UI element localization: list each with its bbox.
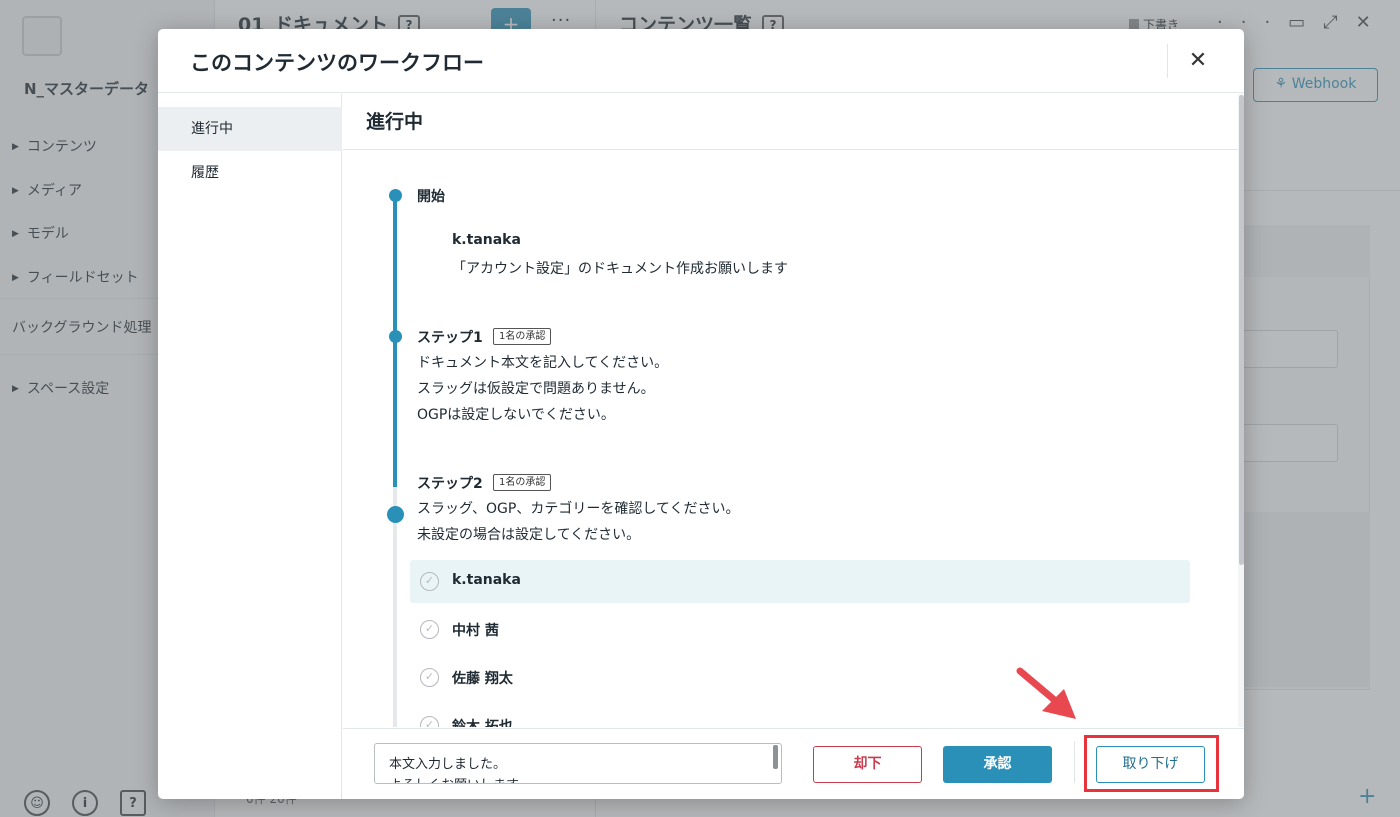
annotation-highlight-box: [1084, 735, 1219, 792]
scrollbar-thumb[interactable]: [1239, 95, 1244, 565]
timeline-dot: [389, 330, 402, 343]
check-circle-icon: ✓: [420, 668, 439, 687]
start-user: k.tanaka: [452, 232, 521, 248]
step1-line: OGPは設定しないでください。: [417, 407, 615, 423]
comment-field[interactable]: 本文入力しました。 よろしくお願いします。: [374, 743, 782, 784]
workflow-body: 進行中 開始 k.tanaka 「アカウント設定」のドキュメント作成お願いします…: [343, 94, 1238, 727]
reject-button[interactable]: 却下: [813, 746, 922, 783]
step1-line: ドキュメント本文を記入してください。: [417, 355, 669, 371]
tab-in-progress[interactable]: 進行中: [158, 107, 342, 151]
step1-line: スラッグは仮設定で問題ありません。: [417, 381, 655, 397]
step2-line: 未設定の場合は設定してください。: [417, 527, 641, 543]
check-circle-icon: ✓: [420, 716, 439, 727]
approver-row[interactable]: ✓ k.tanaka: [410, 560, 1190, 603]
approver-name: k.tanaka: [452, 572, 521, 588]
step1-title: ステップ1: [417, 330, 483, 346]
step2-approval-badge: 1名の承認: [493, 474, 552, 491]
tab-history[interactable]: 履歴: [158, 151, 342, 195]
modal-title: このコンテンツのワークフロー: [190, 51, 484, 75]
modal-tabs: 進行中 履歴: [158, 94, 342, 799]
step2-line: スラッグ、OGP、カテゴリーを確認してください。: [417, 501, 740, 517]
comment-scrollbar[interactable]: [773, 745, 778, 769]
annotation-arrow-icon: [1016, 667, 1076, 719]
close-icon[interactable]: ✕: [1182, 45, 1214, 77]
approver-name: 鈴木 拓也: [452, 719, 513, 727]
step2-title: ステップ2: [417, 476, 483, 492]
start-message: 「アカウント設定」のドキュメント作成お願いします: [452, 261, 788, 277]
check-circle-icon: ✓: [420, 572, 439, 591]
check-circle-icon: ✓: [420, 620, 439, 639]
timeline-dot-current: [387, 506, 404, 523]
step1-approval-badge: 1名の承認: [493, 328, 552, 345]
timeline-line-pending: [393, 487, 397, 727]
modal-header: このコンテンツのワークフロー ✕: [158, 29, 1244, 93]
approver-name: 佐藤 翔太: [452, 671, 513, 687]
approver-name: 中村 茜: [452, 623, 499, 639]
section-header: 進行中: [343, 94, 1238, 150]
approver-row[interactable]: ✓ 中村 茜: [410, 608, 1190, 651]
timeline-dot: [389, 189, 402, 202]
section-title: 進行中: [366, 111, 424, 133]
approve-button[interactable]: 承認: [943, 746, 1052, 783]
start-label: 開始: [417, 189, 445, 205]
divider: [1074, 741, 1075, 783]
divider: [1167, 44, 1168, 78]
